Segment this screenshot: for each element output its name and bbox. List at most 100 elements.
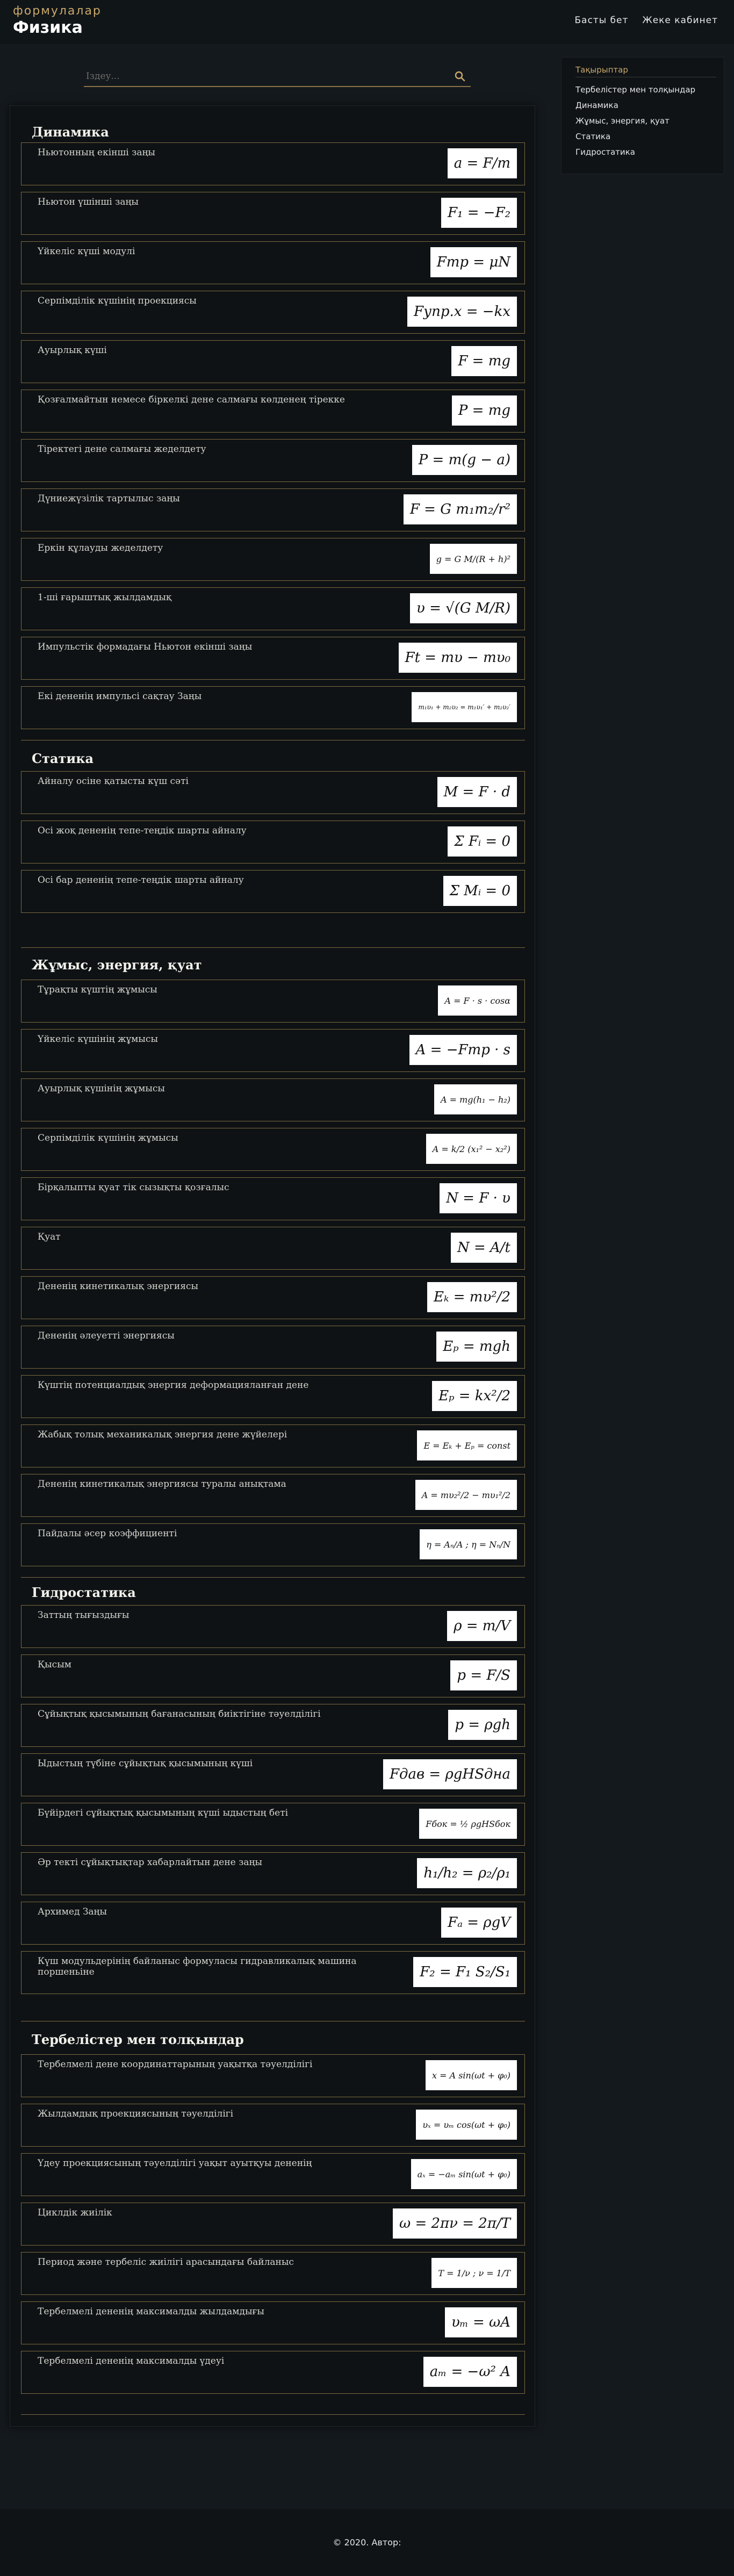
formula-card[interactable]: Тербелмелі дененің максималды жылдамдығы…	[21, 2301, 525, 2344]
formula-card[interactable]: Заттың тығыздығы ρ = m/V	[21, 1605, 525, 1648]
formula-card[interactable]: Дененің әлеуетті энергиясы Eₚ = mgh	[21, 1326, 525, 1369]
formula-card[interactable]: Қысым p = F/S	[21, 1654, 525, 1697]
formula-label: Ньютон үшінші заңы	[38, 197, 139, 207]
formula-label: Серпімділік күшінің жұмысы	[38, 1133, 178, 1143]
search-icon[interactable]	[454, 70, 466, 83]
formula-label: 1-ші ғарыштық жылдамдық	[38, 592, 172, 603]
sidebar-item-dynamics[interactable]: Динамика	[575, 98, 695, 113]
formula-card[interactable]: Серпімділік күшінің жұмысы A = k/2 (x₁² −…	[21, 1128, 525, 1171]
formula-card[interactable]: Дүниежүзілік тартылыс заңы F = G m₁m₂/r²	[21, 488, 525, 531]
formula-card[interactable]: 1-ші ғарыштық жылдамдық υ = √(G M/R)	[21, 587, 525, 630]
formula-card[interactable]: Циклдік жиілік ω = 2πν = 2π/T	[21, 2203, 525, 2246]
nav-home-link[interactable]: Басты бет	[574, 15, 628, 26]
formula-card[interactable]: Әр текті сұйықтықтар хабарлайтын дене за…	[21, 1852, 525, 1895]
formula-image: F₂ = F₁ S₂/S₁	[413, 1957, 517, 1987]
formula-label: Бірқалыпты қуат тік сызықты қозғалыс	[38, 1182, 229, 1193]
formula-card[interactable]: Тербелмелі дене координаттарының уақытқа…	[21, 2054, 525, 2097]
formula-label: Жабық толық механикалық энергия дене жүй…	[38, 1429, 287, 1440]
formula-label: Еркін құлауды жеделдету	[38, 543, 163, 553]
formula-label: Қуат	[38, 1232, 61, 1242]
formula-image: Fбок = ½ ρgHSбок	[419, 1809, 517, 1839]
formula-label: Архимед Заңы	[38, 1906, 107, 1917]
sidebar-item-work-energy[interactable]: Жұмыс, энергия, қуат	[575, 113, 695, 129]
formula-card[interactable]: Қозғалмайтын немесе біркелкі дене салмағ…	[21, 390, 525, 433]
formula-card[interactable]: Бірқалыпты қуат тік сызықты қозғалыс N = …	[21, 1177, 525, 1220]
formula-label: Үйкеліс күші модулі	[38, 246, 135, 257]
formula-card[interactable]: Еркін құлауды жеделдету g = G M/(R + h)²	[21, 538, 525, 581]
formula-card[interactable]: Екі дененің импульсі сақтау Заңы m₁υ₁ + m…	[21, 686, 525, 729]
search-input[interactable]	[86, 69, 430, 84]
formula-image: A = −Fтр · s	[409, 1035, 517, 1065]
formula-label: Ауырлық күші	[38, 345, 107, 356]
brand-subtitle: формулалар	[13, 4, 102, 18]
formula-card[interactable]: Бүйірдегі сұйықтық қысымының күші ыдысты…	[21, 1803, 525, 1846]
formula-label: Дененің әлеуетті энергиясы	[38, 1330, 175, 1341]
formula-image: υₓ = υₘ cos(ωt + φ₀)	[416, 2110, 517, 2140]
formula-image: υₘ = ωA	[444, 2307, 517, 2337]
formula-image: F = G m₁m₂/r²	[403, 494, 517, 524]
formula-label: Осі бар дененің тепе-теңдік шарты айналу	[38, 875, 244, 886]
formula-content: Динамика Ньютонның екінші заңы a = F/m Ньют…	[10, 105, 535, 2427]
formula-card[interactable]: Қуат N = A/t	[21, 1227, 525, 1270]
nav-cabinet-link[interactable]: Жеке кабинет	[642, 15, 718, 26]
formula-image: M = F · d	[437, 777, 517, 807]
formula-card[interactable]: Күштің потенциалдық энергия деформацияла…	[21, 1375, 525, 1418]
formula-image: aₘ = −ω² A	[423, 2357, 517, 2387]
formula-card[interactable]: Жылдамдық проекциясының тәуелділігі υₓ = …	[21, 2104, 525, 2147]
formula-label: Қысым	[38, 1659, 71, 1670]
formula-card[interactable]: Дененің кинетикалық энергиясы туралы аны…	[21, 1474, 525, 1517]
formula-label: Ыдыстың түбіне сұйықтық қысымының күші	[38, 1758, 253, 1769]
formula-image: m₁υ₁ + m₂υ₂ = m₁υ₁′ + m₂υ₂′	[412, 692, 517, 722]
formula-image: ρ = m/V	[447, 1611, 517, 1641]
formula-card[interactable]: Жабық толық механикалық энергия дене жүй…	[21, 1424, 525, 1467]
formula-card[interactable]: Тіректегі дене салмағы жеделдету P = m(g …	[21, 439, 525, 482]
formula-card[interactable]: Архимед Заңы Fₐ = ρgV	[21, 1902, 525, 1945]
formula-image: aₓ = −aₘ sin(ωt + φ₀)	[411, 2159, 517, 2189]
section-title: Жұмыс, энергия, қуат	[32, 957, 202, 973]
formula-card[interactable]: Үйкеліс күші модулі Fтр = μN	[21, 241, 525, 284]
formula-card[interactable]: Үйкеліс күшінің жұмысы A = −Fтр · s	[21, 1029, 525, 1072]
formula-card[interactable]: Импульстік формадағы Ньютон екінші заңы F…	[21, 637, 525, 680]
brand-logo[interactable]: формулалар Физика	[13, 4, 102, 38]
formula-card[interactable]: Айналу осіне қатысты күш сәті M = F · d	[21, 771, 525, 814]
formula-card[interactable]: Ньютон үшінші заңы F₁ = −F₂	[21, 192, 525, 235]
sidebar-item-hydrostatics[interactable]: Гидростатика	[575, 145, 695, 160]
formula-image: Fₐ = ρgV	[441, 1908, 517, 1938]
formula-card[interactable]: Дененің кинетикалық энергиясы Eₖ = mυ²/2	[21, 1276, 525, 1319]
formula-image: Eₚ = kx²/2	[432, 1381, 517, 1411]
formula-card[interactable]: Сұйықтық қысымының бағанасының биіктігін…	[21, 1704, 525, 1747]
formula-label: Ньютонның екінші заңы	[38, 147, 155, 158]
formula-card[interactable]: Үдеу проекциясының тәуелділігі уақыт ауы…	[21, 2153, 525, 2196]
formula-card[interactable]: Осі бар дененің тепе-теңдік шарты айналу…	[21, 870, 525, 913]
section-title: Статика	[32, 751, 94, 766]
formula-label: Тербелмелі дененің максималды үдеуі	[38, 2356, 225, 2366]
formula-card[interactable]: Ауырлық күші F = mg	[21, 340, 525, 383]
formula-label: Осі жоқ дененің тепе-теңдік шарты айналу	[38, 825, 247, 836]
formula-image: Eₖ = mυ²/2	[427, 1282, 517, 1312]
sidebar-item-oscillations[interactable]: Тербелістер мен толқындар	[575, 82, 695, 98]
formula-card[interactable]: Ньютонның екінші заңы a = F/m	[21, 142, 525, 185]
section-divider	[21, 2414, 525, 2415]
footer: © 2020. Автор:	[0, 2509, 734, 2576]
formula-card[interactable]: Осі жоқ дененің тепе-теңдік шарты айналу…	[21, 821, 525, 864]
formula-image: η = Aₙ/A ; η = Nₙ/N	[420, 1529, 517, 1559]
formula-card[interactable]: Пайдалы әсер коэффициенті η = Aₙ/A ; η = …	[21, 1523, 525, 1566]
formula-label: Қозғалмайтын немесе біркелкі дене салмағ…	[38, 394, 345, 405]
formula-card[interactable]: Күш модульдерінің байланыс формуласы гид…	[21, 1951, 525, 1994]
formula-label: Дененің кинетикалық энергиясы	[38, 1281, 199, 1292]
formula-label: Дүниежүзілік тартылыс заңы	[38, 493, 180, 504]
formula-label: Тұрақты күштің жұмысы	[38, 984, 157, 995]
formula-card[interactable]: Тербелмелі дененің максималды үдеуі aₘ = …	[21, 2351, 525, 2394]
formula-label: Үйкеліс күшінің жұмысы	[38, 1034, 158, 1045]
formula-image: Σ Mᵢ = 0	[443, 876, 517, 906]
sidebar-item-statics[interactable]: Статика	[575, 129, 695, 145]
formula-image: Eₚ = mgh	[436, 1332, 517, 1362]
formula-card[interactable]: Ыдыстың түбіне сұйықтық қысымының күші Fд…	[21, 1753, 525, 1796]
formula-card[interactable]: Серпімділік күшінің проекциясы Fупр.x = −…	[21, 291, 525, 334]
formula-label: Ауырлық күшінің жұмысы	[38, 1083, 165, 1094]
formula-card[interactable]: Ауырлық күшінің жұмысы A = mg(h₁ − h₂)	[21, 1078, 525, 1121]
formula-card[interactable]: Период және тербеліс жиілігі арасындағы …	[21, 2252, 525, 2295]
formula-label: Дененің кинетикалық энергиясы туралы аны…	[38, 1479, 286, 1490]
formula-label: Пайдалы әсер коэффициенті	[38, 1528, 177, 1539]
formula-card[interactable]: Тұрақты күштің жұмысы A = F · s · cosα	[21, 980, 525, 1023]
